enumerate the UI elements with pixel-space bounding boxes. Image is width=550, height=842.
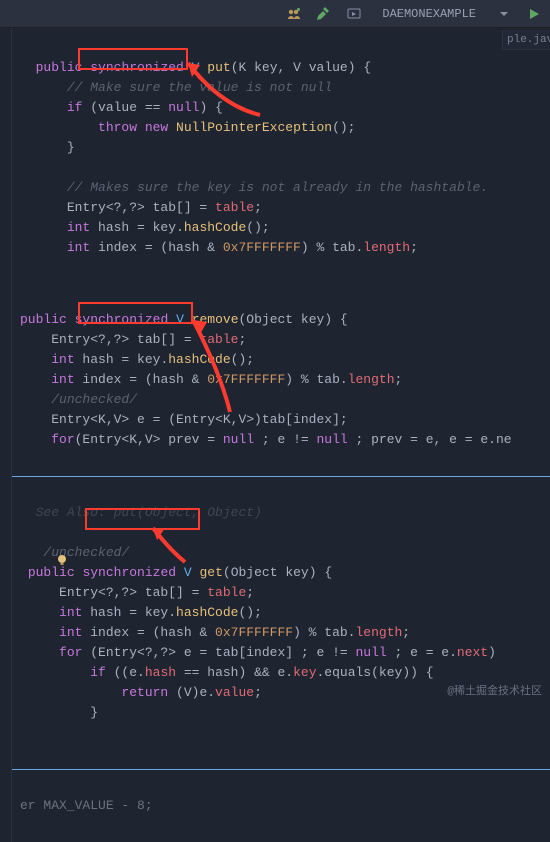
- code-block-put: public synchronized V put(K key, V value…: [0, 32, 550, 284]
- run-target-icon[interactable]: [346, 6, 362, 22]
- run-config-label[interactable]: DAEMONEXAMPLE: [376, 7, 482, 21]
- dropdown-icon[interactable]: [496, 6, 512, 22]
- play-icon[interactable]: [526, 6, 542, 22]
- code-editor[interactable]: public synchronized V put(K key, V value…: [0, 28, 550, 842]
- collab-icon[interactable]: [286, 6, 302, 22]
- code-block-get: See Also: put(Object, Object) /unchecked…: [0, 477, 550, 769]
- code-footer: er MAX_VALUE - 8;: [0, 770, 550, 842]
- code-block-remove: public synchronized V remove(Object key)…: [0, 284, 550, 476]
- toolbar: DAEMONEXAMPLE: [0, 0, 550, 28]
- hammer-icon[interactable]: [316, 6, 332, 22]
- watermark: @稀土掘金技术社区: [447, 682, 542, 698]
- lightbulb-icon[interactable]: [8, 533, 22, 547]
